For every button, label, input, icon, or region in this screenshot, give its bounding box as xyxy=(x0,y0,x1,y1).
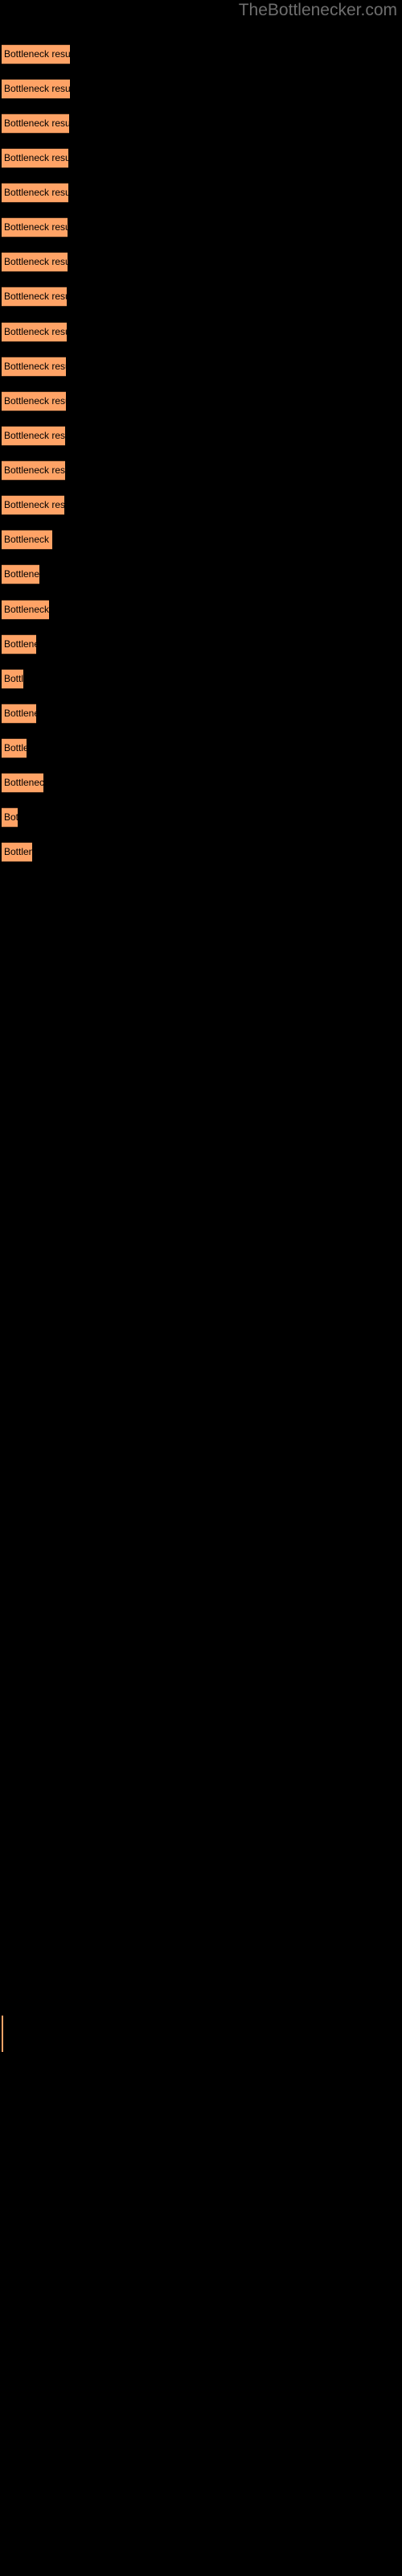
bottleneck-bar-chart: TheBottlenecker.com Bottleneck result Bot… xyxy=(0,0,402,2576)
bar-label: Bottleneck result xyxy=(4,499,64,510)
bar[interactable]: Bottleneck result xyxy=(2,114,69,134)
bar-label: Bottleneck result xyxy=(4,187,68,198)
bar[interactable]: Bottleneck result xyxy=(2,322,67,342)
bar[interactable]: Bottleneck result xyxy=(2,738,27,758)
bar[interactable]: Bottleneck result xyxy=(2,357,66,377)
bar-label: Bottleneck result xyxy=(4,48,70,60)
bar[interactable]: Bottleneck result xyxy=(2,183,68,203)
bar-label: Bottleneck result xyxy=(4,464,65,476)
bar-label: Bottleneck result xyxy=(4,568,39,580)
bar-label: Bottleneck result xyxy=(4,708,36,719)
bar[interactable]: Bottleneck result xyxy=(2,217,68,237)
bar[interactable]: Bottleneck result xyxy=(2,773,43,793)
bar-label: Bottleneck result xyxy=(4,846,32,857)
bar[interactable]: Bottleneck result xyxy=(2,842,32,862)
bar-label: Bottleneck result xyxy=(4,326,67,337)
bar-sliver[interactable] xyxy=(2,2015,3,2052)
bar-label: Bottleneck result xyxy=(4,638,36,650)
bar[interactable]: Bottleneck result xyxy=(2,807,18,828)
bar-label: Bottleneck result xyxy=(4,361,66,372)
bar-label: Bottleneck result xyxy=(4,534,52,545)
bar[interactable]: Bottleneck result xyxy=(2,600,49,620)
bar[interactable]: Bottleneck result xyxy=(2,460,65,481)
bar-label: Bottleneck result xyxy=(4,256,68,267)
bar[interactable]: Bottleneck result xyxy=(2,252,68,272)
bar[interactable]: Bottleneck result xyxy=(2,391,66,411)
bars-layer: Bottleneck result Bottleneck result Bottle… xyxy=(0,0,402,2576)
bar[interactable]: Bottleneck result xyxy=(2,79,70,99)
bar[interactable]: Bottleneck result xyxy=(2,148,68,168)
bar-label: Bottleneck result xyxy=(4,742,27,753)
bar-label: Bottleneck result xyxy=(4,604,49,615)
bar[interactable]: Bottleneck result xyxy=(2,426,65,446)
bar-label: Bottleneck result xyxy=(4,83,70,94)
bar[interactable]: Bottleneck result xyxy=(2,530,52,550)
bar-label: Bottleneck result xyxy=(4,118,69,129)
bar[interactable]: Bottleneck result xyxy=(2,704,36,724)
bar-label: Bottleneck result xyxy=(4,152,68,163)
bar-label: Bottleneck result xyxy=(4,291,67,302)
bar[interactable]: Bottleneck result xyxy=(2,44,70,64)
bar[interactable]: Bottleneck result xyxy=(2,634,36,654)
bar-label: Bottleneck result xyxy=(4,673,23,684)
bar-label: Bottleneck result xyxy=(4,777,43,788)
bar-label: Bottleneck result xyxy=(4,395,66,407)
bar[interactable]: Bottleneck result xyxy=(2,287,67,307)
bar[interactable]: Bottleneck result xyxy=(2,564,39,584)
bar[interactable]: Bottleneck result xyxy=(2,669,23,689)
bar-label: Bottleneck result xyxy=(4,811,18,823)
bar-label: Bottleneck result xyxy=(4,221,68,233)
bar-label: Bottleneck result xyxy=(4,430,65,441)
bar[interactable]: Bottleneck result xyxy=(2,495,64,515)
